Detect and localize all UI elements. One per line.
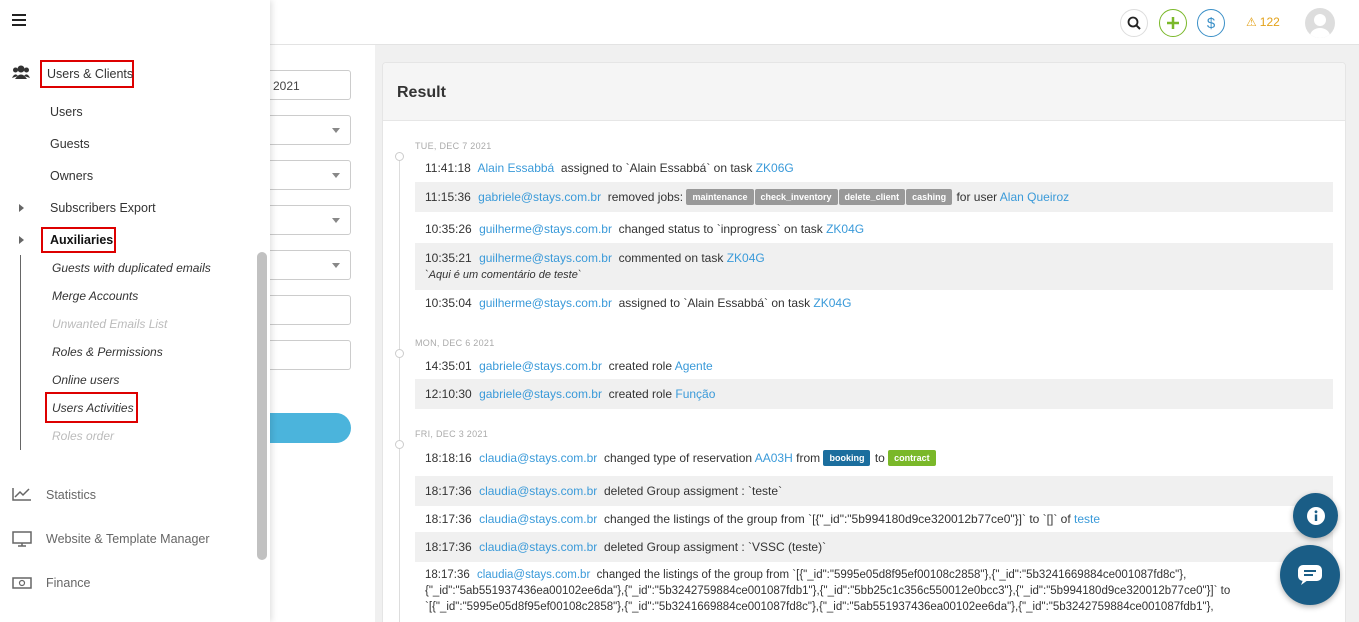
chart-icon [12,487,32,504]
result-title: Result [383,63,1345,121]
warning-count: 122 [1259,15,1280,29]
task-link[interactable]: ZK06G [756,161,794,175]
user-link[interactable]: Alain Essabbá [478,161,555,175]
user-link[interactable]: claudia@stays.com.br [479,451,597,465]
activity-row: 18:17:36 claudia@stays.com.br changed th… [425,569,1231,613]
result-panel: Result TUE, DEC 7 2021 11:41:18 Alain Es… [382,62,1346,622]
user-link[interactable]: Alan Queiroz [1000,190,1069,204]
timeline-dot [395,349,404,358]
activity-row: 10:35:21 guilherme@stays.com.br commente… [415,243,1333,290]
activity-row: 18:18:16 claudia@stays.com.br changed ty… [415,443,1333,473]
warning-indicator[interactable]: ⚠ 122 [1246,15,1280,29]
user-link[interactable]: guilherme@stays.com.br [479,251,612,265]
warning-icon: ⚠ [1246,15,1257,29]
menu-icon[interactable] [12,14,26,29]
role-link[interactable]: Agente [675,359,713,373]
sidebar-item-roles-order[interactable]: Roles order [52,429,114,443]
user-link[interactable]: guilherme@stays.com.br [479,222,612,236]
user-link[interactable]: claudia@stays.com.br [477,569,590,581]
activity-row: 11:41:18 Alain Essabbá assigned to `Alai… [425,161,794,175]
search-icon[interactable] [1120,9,1148,37]
sidebar-item-guests[interactable]: Guests [50,137,90,151]
sidebar-item-merge-accounts[interactable]: Merge Accounts [52,289,138,303]
task-link[interactable]: ZK04G [813,296,851,310]
sidebar-item-finance[interactable]: Finance [46,576,90,590]
date-label: TUE, DEC 7 2021 [415,141,492,151]
job-tag: check_inventory [754,189,838,205]
date-label: FRI, DEC 3 2021 [415,429,489,439]
activity-row: 11:15:36 gabriele@stays.com.br removed j… [415,182,1333,212]
sidebar-item-unwanted-emails[interactable]: Unwanted Emails List [52,317,167,331]
chat-icon [1298,565,1322,585]
sidebar-item-roles-permissions[interactable]: Roles & Permissions [52,345,163,359]
timeline-dot [395,440,404,449]
sidebar-item-guests-duplicated[interactable]: Guests with duplicated emails [52,261,211,275]
timeline-line [399,153,400,622]
user-link[interactable]: claudia@stays.com.br [479,540,597,554]
activity-row: 18:17:36 claudia@stays.com.br changed th… [425,512,1101,526]
activity-row: 18:17:36 claudia@stays.com.br deleted Gr… [415,532,1333,562]
sidebar-section-users-clients[interactable]: Users & Clients [47,67,133,81]
money-icon [12,576,32,592]
role-link[interactable]: Função [675,387,715,401]
type-tag: contract [888,450,936,466]
sidebar-item-users[interactable]: Users [50,105,83,119]
dollar-icon[interactable]: $ [1197,9,1225,37]
job-tag: maintenance [686,189,754,205]
monitor-icon [12,531,32,550]
date-label: MON, DEC 6 2021 [415,338,495,348]
sidebar-item-online-users[interactable]: Online users [52,373,119,387]
job-tag: cashing [906,189,953,205]
sidebar: Users & Clients Users Guests Owners Subs… [0,0,270,622]
user-link[interactable]: gabriele@stays.com.br [479,359,602,373]
activity-row: 12:10:30 gabriele@stays.com.br created r… [415,379,1333,409]
user-link[interactable]: guilherme@stays.com.br [479,296,612,310]
task-link[interactable]: ZK04G [727,251,765,265]
info-button[interactable] [1293,493,1338,538]
chevron-right-icon [19,236,24,244]
sidebar-item-users-activities[interactable]: Users Activities [52,401,134,415]
chevron-right-icon [19,204,24,212]
activity-row: 10:35:04 guilherme@stays.com.br assigned… [425,296,852,310]
submenu-line [20,255,21,450]
avatar[interactable] [1305,8,1335,38]
timeline-dot [395,152,404,161]
type-tag: booking [823,450,871,466]
sidebar-item-auxiliaries[interactable]: Auxiliaries [50,233,113,247]
sidebar-scrollbar[interactable] [257,252,267,560]
plus-icon[interactable] [1159,9,1187,37]
activity-row: 14:35:01 gabriele@stays.com.br created r… [425,359,713,373]
info-icon [1306,506,1325,525]
task-link[interactable]: ZK04G [826,222,864,236]
job-tag: delete_client [838,189,906,205]
chat-button[interactable] [1280,545,1340,605]
sidebar-item-statistics[interactable]: Statistics [46,488,96,502]
comment-text: `Aqui é um comentário de teste` [425,269,582,281]
activity-row: 10:35:26 guilherme@stays.com.br changed … [425,222,865,236]
user-link[interactable]: gabriele@stays.com.br [478,190,601,204]
sidebar-item-owners[interactable]: Owners [50,169,93,183]
sidebar-item-website-template[interactable]: Website & Template Manager [46,532,210,546]
reservation-link[interactable]: AA03H [755,451,793,465]
user-link[interactable]: claudia@stays.com.br [479,484,597,498]
sidebar-item-subscribers-export[interactable]: Subscribers Export [50,201,156,215]
group-link[interactable]: teste [1074,512,1100,526]
users-icon [12,64,30,83]
activity-row: 18:17:36 claudia@stays.com.br deleted Gr… [415,476,1333,506]
user-link[interactable]: gabriele@stays.com.br [479,387,602,401]
user-link[interactable]: claudia@stays.com.br [479,512,597,526]
